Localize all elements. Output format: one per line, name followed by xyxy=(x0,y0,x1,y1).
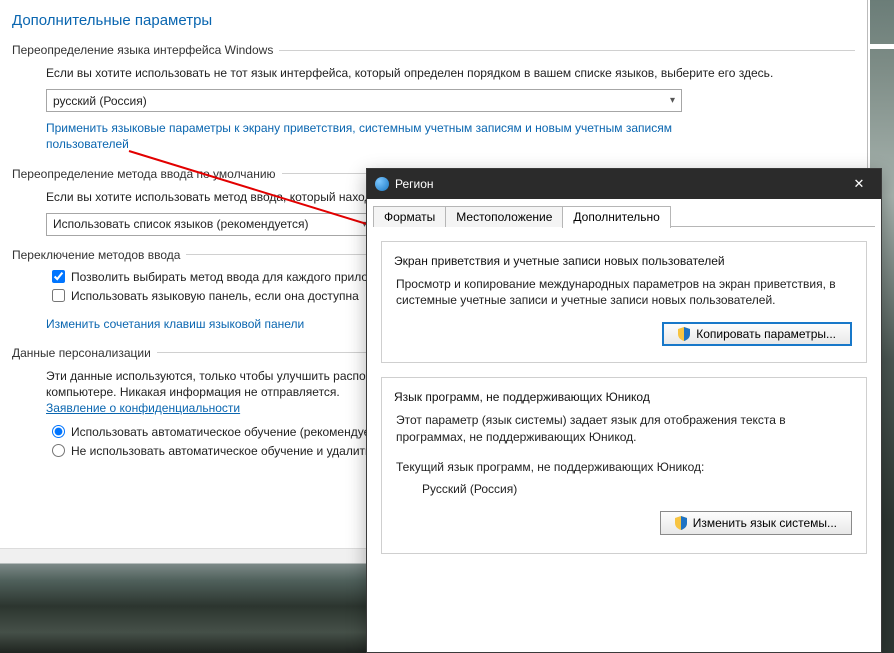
welcome-screen-fieldset: Экран приветствия и учетные записи новых… xyxy=(381,241,867,363)
override-display-language-group: Переопределение языка интерфейса Windows… xyxy=(12,43,855,155)
apply-to-welcome-screen-link[interactable]: Применить языковые параметры к экрану пр… xyxy=(46,120,682,152)
copy-settings-button[interactable]: Копировать параметры... xyxy=(662,322,852,346)
group-title-override-input: Переопределение метода ввода по умолчани… xyxy=(12,167,276,181)
no-auto-learning-radio-input[interactable] xyxy=(52,444,65,457)
dialog-body: Экран приветствия и учетные записи новых… xyxy=(367,227,881,580)
current-system-locale-value: Русский (Россия) xyxy=(422,481,852,497)
language-bar-hotkeys-link[interactable]: Изменить сочетания клавиш языковой панел… xyxy=(46,316,304,332)
change-system-locale-button[interactable]: Изменить язык системы... xyxy=(660,511,852,535)
group-title-override-lang: Переопределение языка интерфейса Windows xyxy=(12,43,273,57)
globe-icon xyxy=(375,177,389,191)
tab-advanced[interactable]: Дополнительно xyxy=(562,206,670,228)
group-divider xyxy=(279,50,855,51)
shield-icon xyxy=(675,516,687,530)
region-dialog: Регион ✕ Форматы Местоположение Дополнит… xyxy=(366,168,882,653)
tab-formats[interactable]: Форматы xyxy=(373,206,446,227)
non-unicode-description: Этот параметр (язык системы) задает язык… xyxy=(396,412,852,444)
change-system-locale-label: Изменить язык системы... xyxy=(693,516,837,530)
language-bar-label: Использовать языковую панель, если она д… xyxy=(71,289,359,303)
chevron-down-icon: ▾ xyxy=(670,95,675,106)
input-method-dropdown[interactable]: Использовать список языков (рекомендуетс… xyxy=(46,213,374,236)
non-unicode-fieldset: Язык программ, не поддерживающих Юникод … xyxy=(381,377,867,554)
auto-learning-radio-input[interactable] xyxy=(52,425,65,438)
per-app-input-checkbox-input[interactable] xyxy=(52,270,65,283)
welcome-screen-legend: Экран приветствия и учетные записи новых… xyxy=(390,254,729,268)
override-lang-description: Если вы хотите использовать не тот язык … xyxy=(46,65,855,81)
group-title-personalization: Данные персонализации xyxy=(12,346,151,360)
non-unicode-legend: Язык программ, не поддерживающих Юникод xyxy=(390,390,654,404)
display-language-dropdown[interactable]: русский (Россия) ▾ xyxy=(46,89,682,112)
dialog-tabbar: Форматы Местоположение Дополнительно xyxy=(367,199,881,227)
copy-settings-label: Копировать параметры... xyxy=(696,327,836,341)
language-bar-checkbox-input[interactable] xyxy=(52,289,65,302)
close-button[interactable]: ✕ xyxy=(837,169,881,199)
welcome-screen-description: Просмотр и копирование международных пар… xyxy=(396,276,852,308)
display-language-value: русский (Россия) xyxy=(53,94,147,108)
page-title: Дополнительные параметры xyxy=(12,12,855,29)
shield-icon xyxy=(678,327,690,341)
privacy-statement-link[interactable]: Заявление о конфиденциальности xyxy=(46,401,240,415)
auto-learning-label: Использовать автоматическое обучение (ре… xyxy=(71,425,392,439)
close-icon: ✕ xyxy=(854,176,865,192)
dialog-title: Регион xyxy=(395,177,434,191)
current-system-locale-label: Текущий язык программ, не поддерживающих… xyxy=(396,459,852,475)
group-title-switching: Переключение методов ввода xyxy=(12,248,180,262)
input-method-value: Использовать список языков (рекомендуетс… xyxy=(53,217,309,231)
tab-location[interactable]: Местоположение xyxy=(445,206,563,227)
dialog-titlebar[interactable]: Регион ✕ xyxy=(367,169,881,199)
per-app-input-label: Позволить выбирать метод ввода для каждо… xyxy=(71,270,402,284)
